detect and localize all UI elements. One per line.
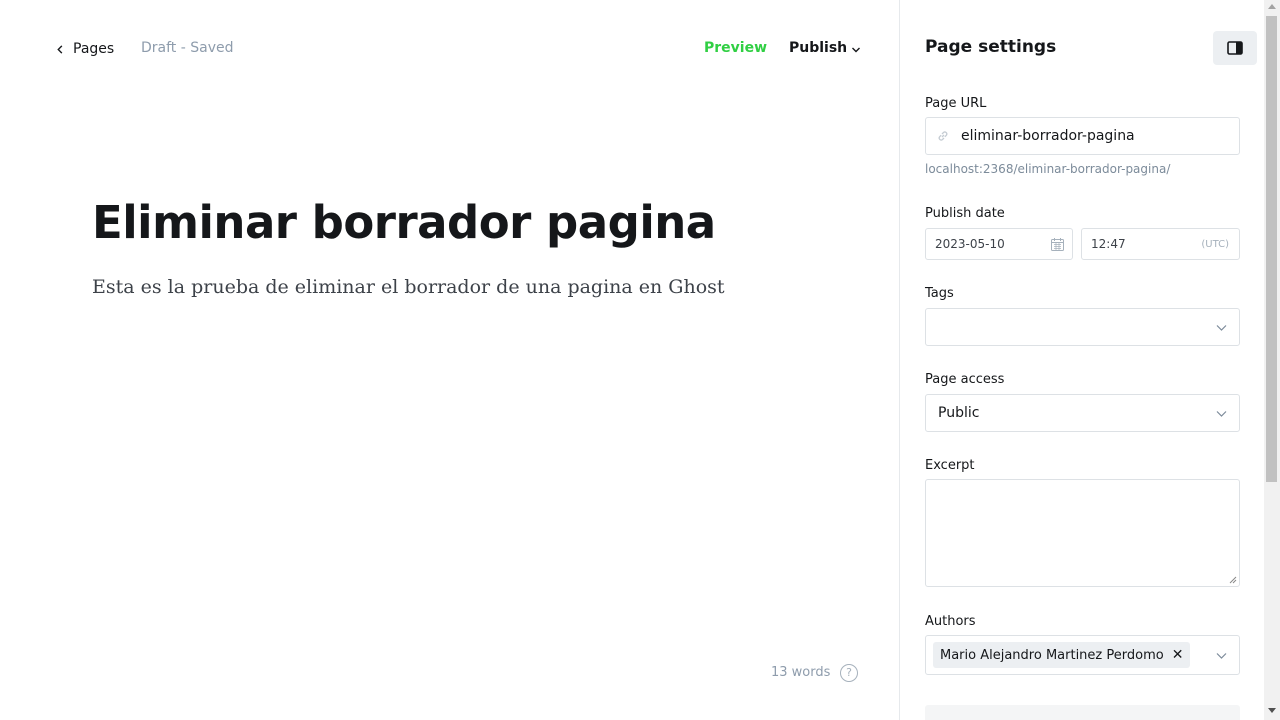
post-body[interactable]: Esta es la prueba de eliminar el borrado… bbox=[92, 276, 725, 298]
author-chip: Mario Alejandro Martinez Perdomo ✕ bbox=[933, 642, 1191, 668]
author-name: Mario Alejandro Martinez Perdomo bbox=[940, 647, 1164, 663]
publish-time-input[interactable]: 12:47 (UTC) bbox=[1081, 228, 1240, 260]
chevron-down-icon bbox=[1216, 324, 1227, 331]
draft-status: Draft - Saved bbox=[141, 40, 234, 56]
remove-author-icon[interactable]: ✕ bbox=[1172, 647, 1184, 663]
page-url-hint: localhost:2368/eliminar-borrador-pagina/ bbox=[925, 162, 1171, 176]
tags-select[interactable] bbox=[925, 308, 1240, 346]
publish-button-label: Publish bbox=[789, 40, 848, 56]
calendar-icon bbox=[1051, 237, 1064, 251]
scrollbar-thumb[interactable] bbox=[1266, 16, 1277, 482]
editor-pane: Pages Draft - Saved Preview Publish Elim… bbox=[0, 0, 899, 720]
back-link-label: Pages bbox=[73, 41, 115, 57]
tags-label: Tags bbox=[925, 286, 954, 301]
post-title[interactable]: Eliminar borrador pagina bbox=[92, 196, 716, 249]
sidebar-toggle-icon bbox=[1227, 41, 1243, 55]
preview-button[interactable]: Preview bbox=[704, 40, 767, 56]
scroll-up-arrow-icon[interactable] bbox=[1268, 4, 1276, 9]
timezone-label: (UTC) bbox=[1201, 238, 1229, 250]
publish-time-value: 12:47 bbox=[1091, 237, 1126, 251]
page-access-label: Page access bbox=[925, 372, 1005, 387]
page-access-select[interactable]: Public bbox=[925, 394, 1240, 432]
chevron-down-icon bbox=[1216, 410, 1227, 417]
resize-handle-icon[interactable] bbox=[1229, 576, 1237, 584]
page-access-value: Public bbox=[938, 405, 980, 421]
word-count: 13 words bbox=[771, 665, 831, 680]
help-icon[interactable]: ? bbox=[840, 664, 858, 682]
page-url-input[interactable]: eliminar-borrador-pagina bbox=[925, 117, 1240, 155]
excerpt-label: Excerpt bbox=[925, 458, 975, 473]
authors-label: Authors bbox=[925, 614, 976, 629]
publish-date-label: Publish date bbox=[925, 206, 1005, 221]
page-settings-panel: Page settings Page URL eliminar-borrador… bbox=[899, 0, 1264, 720]
publish-date-value: 2023-05-10 bbox=[935, 237, 1005, 251]
back-to-pages-link[interactable]: Pages bbox=[56, 38, 114, 60]
chevron-left-icon bbox=[57, 44, 63, 54]
sidebar-toggle-button[interactable] bbox=[1213, 31, 1257, 65]
publish-button[interactable]: Publish bbox=[789, 40, 861, 56]
page-url-label: Page URL bbox=[925, 96, 987, 111]
excerpt-textarea[interactable] bbox=[925, 479, 1240, 587]
page-url-value: eliminar-borrador-pagina bbox=[961, 128, 1135, 144]
publish-date-input[interactable]: 2023-05-10 bbox=[925, 228, 1073, 260]
next-section-block bbox=[925, 705, 1240, 720]
authors-select[interactable]: Mario Alejandro Martinez Perdomo ✕ bbox=[925, 635, 1240, 675]
settings-title: Page settings bbox=[925, 37, 1057, 57]
chevron-down-icon bbox=[852, 47, 861, 52]
link-icon bbox=[938, 131, 948, 141]
scroll-down-arrow-icon[interactable] bbox=[1268, 708, 1276, 713]
chevron-down-icon bbox=[1216, 652, 1227, 659]
